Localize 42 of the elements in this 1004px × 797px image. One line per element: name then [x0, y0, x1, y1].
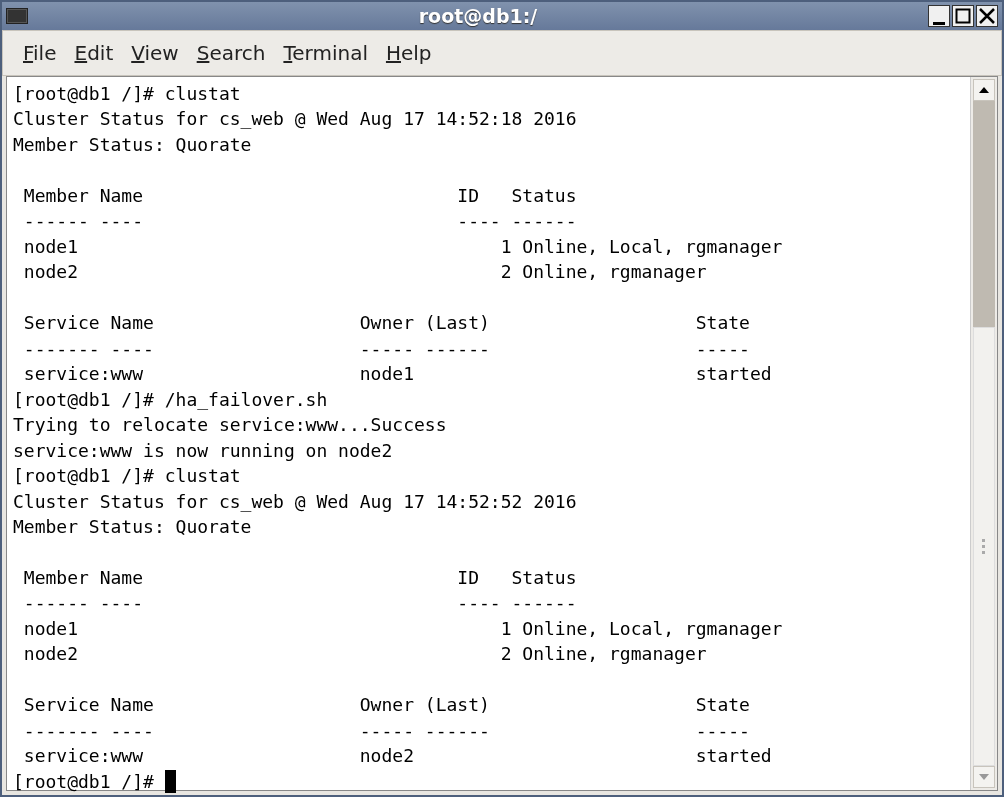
terminal-line: [root@db1 /]# clustat — [13, 465, 241, 487]
menu-item[interactable]: Terminal — [275, 37, 376, 69]
terminal-line: node1 1 Online, Local, rgmanager — [22, 235, 783, 257]
terminal-line: ------- ---- ----- ------ ----- — [22, 719, 750, 741]
terminal-line: ------ ---- ---- ------ — [22, 210, 577, 232]
maximize-icon — [953, 6, 973, 26]
terminal-line: Cluster Status for cs_web @ Wed Aug 17 14:52:52 2016 — [13, 490, 577, 512]
terminal-line: Trying to relocate service:www...Success — [13, 414, 447, 436]
menu-item[interactable]: Search — [188, 37, 274, 69]
terminal-line: node2 2 Online, rgmanager — [22, 643, 707, 665]
terminal-line: Member Status: Quorate — [13, 133, 252, 155]
minimize-button[interactable] — [928, 5, 950, 27]
terminal-line: node2 2 Online, rgmanager — [22, 261, 707, 283]
terminal-line: ------ ---- ---- ------ — [22, 592, 577, 614]
terminal-line: Service Name Owner (Last) State — [22, 312, 750, 334]
terminal-line: Member Name ID Status — [22, 566, 577, 588]
terminal-line: ------- ---- ----- ------ ----- — [22, 337, 750, 359]
menu-item[interactable]: Edit — [66, 37, 122, 69]
close-icon — [977, 6, 997, 26]
terminal-line: [root@db1 /]# /ha_failover.sh — [13, 388, 328, 410]
minimize-icon — [933, 21, 945, 25]
scrollbar[interactable] — [970, 77, 997, 790]
terminal-line: service:www is now running on node2 — [13, 439, 393, 461]
terminal-line: service:www node1 started — [22, 363, 772, 385]
terminal-line: node1 1 Online, Local, rgmanager — [22, 617, 783, 639]
menu-item[interactable]: File — [15, 37, 65, 69]
terminal-line: Member Name ID Status — [22, 184, 577, 206]
shell-prompt: [root@db1 /]# — [13, 770, 155, 792]
terminal-line: Member Status: Quorate — [13, 515, 252, 537]
terminal-icon — [6, 8, 28, 24]
grip-icon — [982, 536, 986, 557]
menu-item[interactable]: Help — [377, 37, 440, 69]
close-button[interactable] — [976, 5, 998, 27]
terminal-line: [root@db1 /]# clustat — [13, 83, 241, 104]
scroll-up-icon[interactable] — [973, 79, 995, 101]
scroll-down-icon[interactable] — [973, 766, 995, 788]
window-title: root@db1:/ — [417, 5, 539, 27]
terminal-line: Cluster Status for cs_web @ Wed Aug 17 14:52:18 2016 — [13, 108, 577, 130]
menu-item[interactable]: View — [123, 37, 187, 69]
terminal-line: Service Name Owner (Last) State — [22, 694, 750, 716]
maximize-button[interactable] — [952, 5, 974, 27]
terminal-line: service:www node2 started — [22, 745, 772, 767]
